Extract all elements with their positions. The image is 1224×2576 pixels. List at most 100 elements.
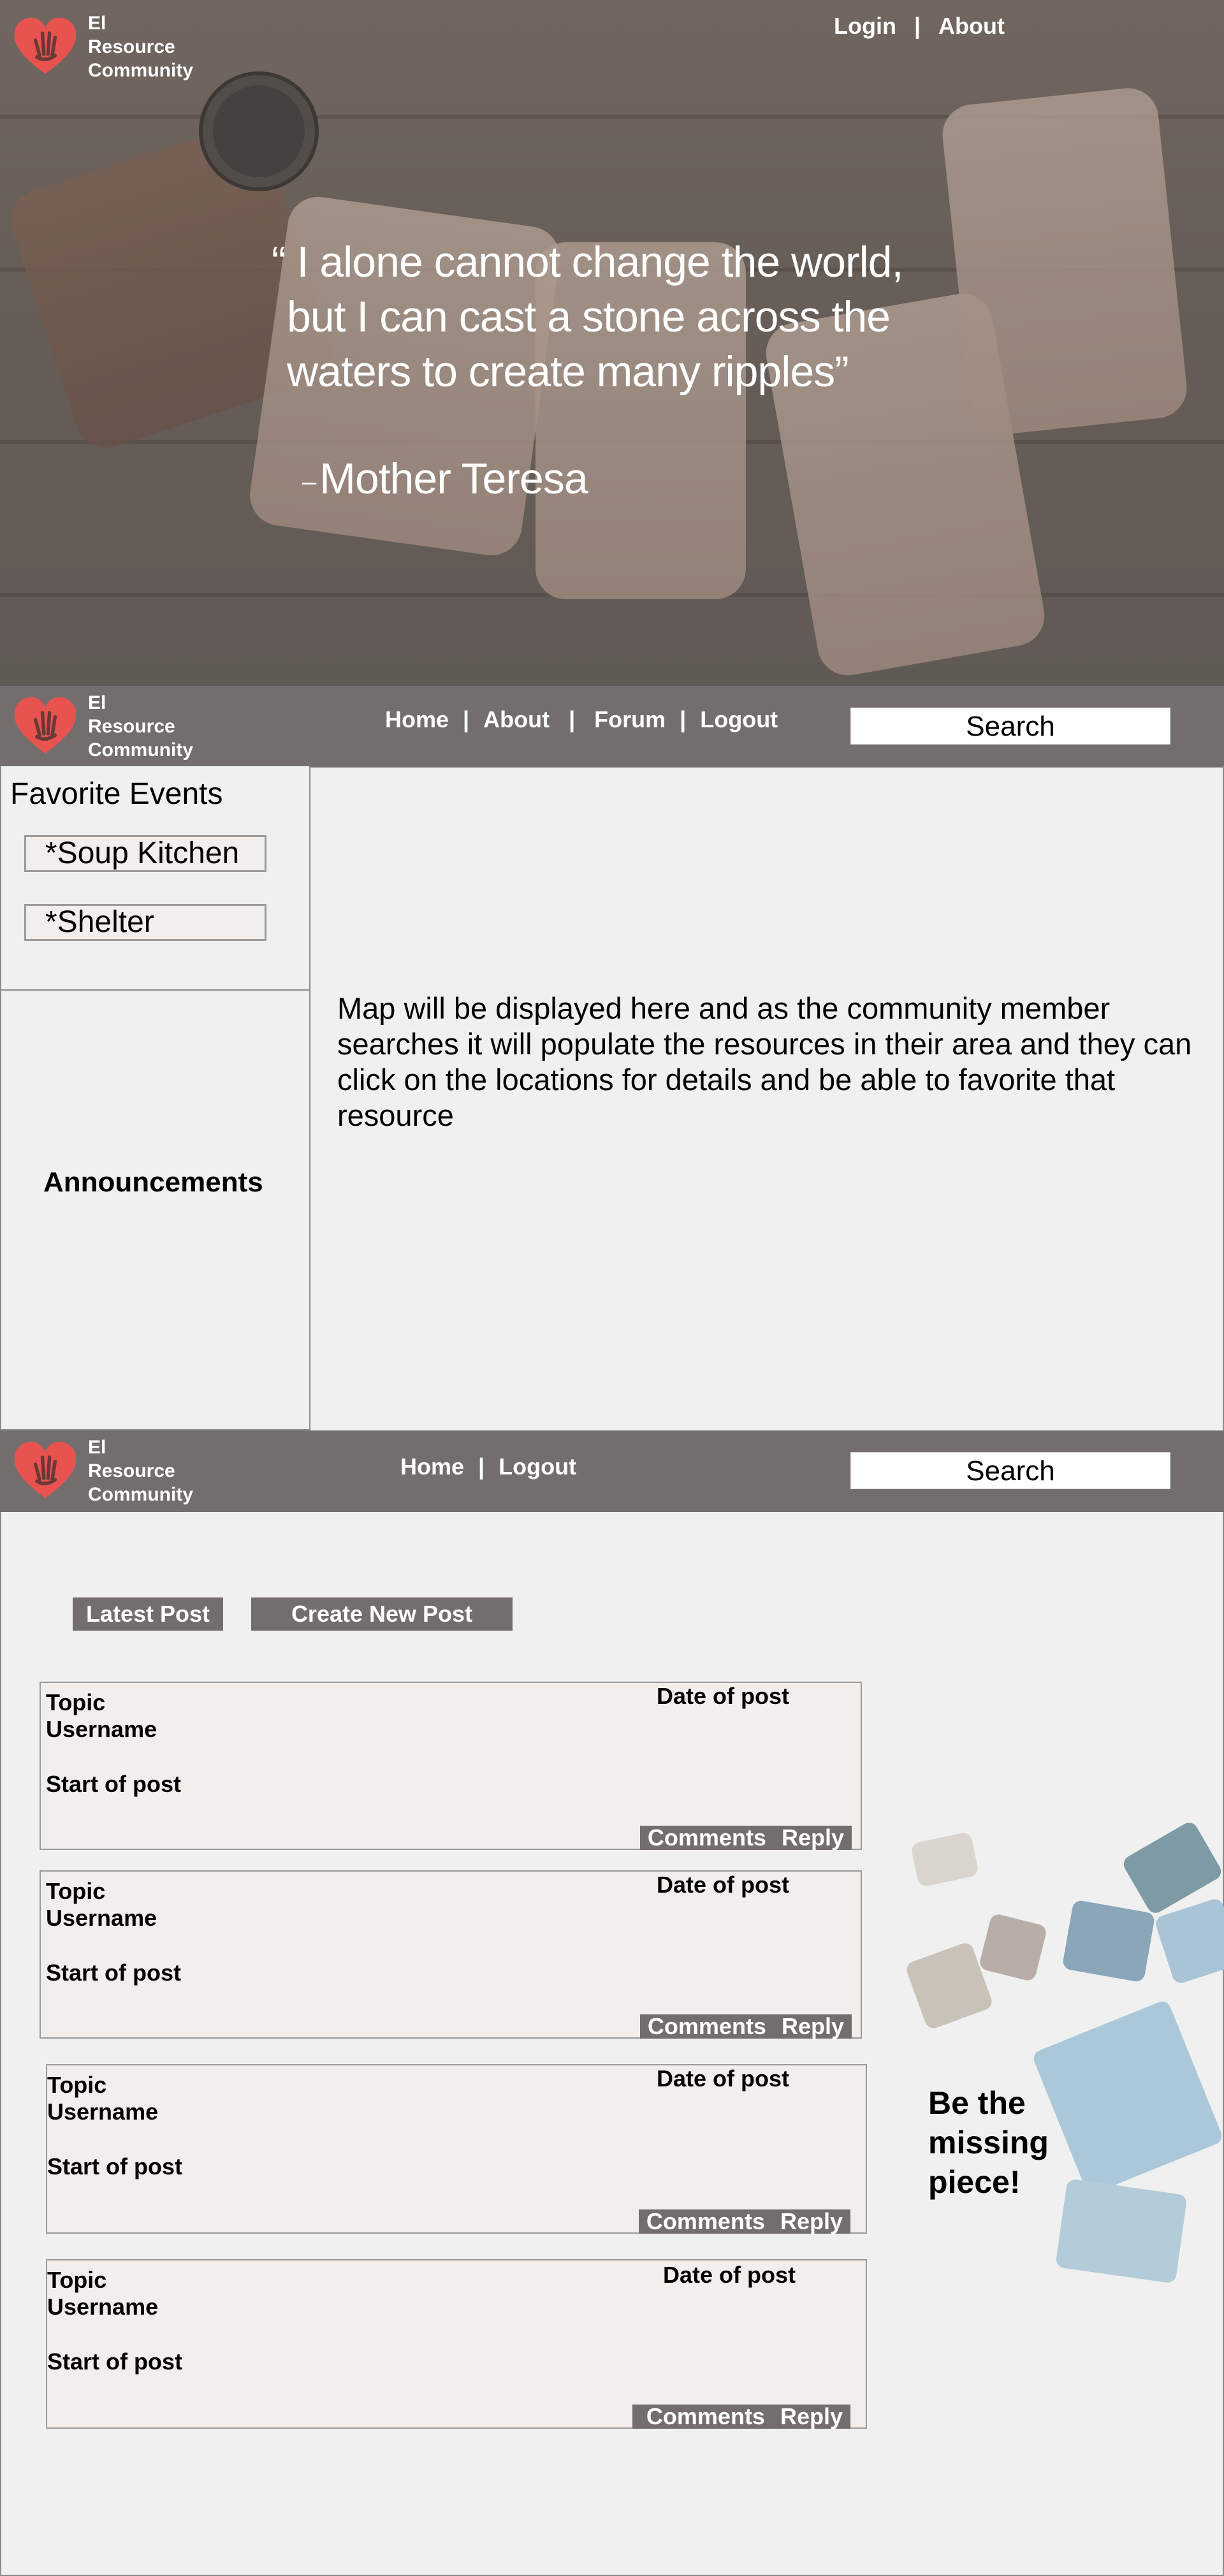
post-username: Username bbox=[47, 2294, 159, 2320]
puzzle-piece bbox=[904, 1940, 994, 2031]
author-name: Mother Teresa bbox=[319, 455, 588, 503]
brand-logo[interactable]: El Resource Community bbox=[10, 11, 193, 82]
puzzle-pieces-image bbox=[904, 1819, 1224, 2289]
hero-nav: Login | About bbox=[834, 13, 1005, 40]
announcements-heading[interactable]: Announcements bbox=[43, 1167, 263, 1198]
forum-post[interactable]: Topic Username Start of post Date of pos… bbox=[46, 2259, 867, 2429]
heart-hand-icon bbox=[14, 697, 76, 753]
favorite-event-item[interactable]: *Shelter bbox=[24, 904, 266, 941]
author-dash: – bbox=[302, 468, 316, 497]
post-username: Username bbox=[46, 1716, 157, 1742]
post-excerpt: Start of post bbox=[46, 1771, 181, 1797]
forum-header: El Resource Community Home | Logout Sear… bbox=[0, 1430, 1224, 1512]
post-username: Username bbox=[46, 1905, 157, 1931]
hero-section: El Resource Community Login | About “ I … bbox=[0, 0, 1224, 686]
dashboard-header: El Resource Community Home | About | For… bbox=[0, 686, 1224, 768]
brand-line: Resource bbox=[88, 716, 175, 737]
post-date: Date of post bbox=[657, 1683, 790, 1709]
post-topic: Topic bbox=[46, 1878, 106, 1904]
heart-hand-icon bbox=[14, 1441, 76, 1498]
nav-separator: | bbox=[680, 706, 687, 732]
search-input[interactable]: Search bbox=[850, 1452, 1170, 1489]
nav-home[interactable]: Home bbox=[400, 1453, 464, 1480]
tagline: Be the missing piece! bbox=[928, 2083, 1049, 2202]
tagline-line: missing bbox=[928, 2125, 1049, 2160]
puzzle-piece bbox=[910, 1831, 980, 1888]
comments-button[interactable]: Comments bbox=[640, 1826, 774, 1850]
favorite-events-title: Favorite Events bbox=[10, 777, 223, 811]
quote-line: “ I alone cannot change the world, bbox=[272, 238, 903, 286]
puzzle-piece bbox=[1153, 1896, 1224, 1986]
post-excerpt: Start of post bbox=[46, 1960, 181, 1986]
post-actions: Comments Reply bbox=[638, 2209, 850, 2234]
nav-separator: | bbox=[569, 706, 576, 732]
brand-line: Community bbox=[88, 1484, 193, 1505]
brand-name: El Resource Community bbox=[88, 1436, 193, 1506]
brand-name: El Resource Community bbox=[88, 11, 193, 82]
forum-post[interactable]: Topic Username Start of post Date of pos… bbox=[46, 2064, 867, 2234]
map-area[interactable]: Map will be displayed here and as the co… bbox=[310, 766, 1224, 1430]
post-excerpt: Start of post bbox=[47, 2153, 182, 2179]
brand-line: El bbox=[88, 13, 106, 34]
post-date: Date of post bbox=[663, 2262, 796, 2288]
quote-author: –Mother Teresa bbox=[302, 451, 588, 509]
comments-button[interactable]: Comments bbox=[632, 2405, 773, 2429]
puzzle-piece bbox=[978, 1912, 1048, 1983]
tagline-line: Be the bbox=[928, 2085, 1026, 2121]
brand-logo[interactable]: El Resource Community bbox=[10, 1436, 193, 1506]
puzzle-piece bbox=[1061, 1899, 1156, 1983]
latest-post-button[interactable]: Latest Post bbox=[73, 1597, 223, 1631]
map-placeholder-text: Map will be displayed here and as the co… bbox=[337, 991, 1192, 1132]
create-post-button[interactable]: Create New Post bbox=[251, 1597, 513, 1631]
quote-line: but I can cast a stone across the bbox=[287, 293, 891, 341]
brand-line: Community bbox=[88, 60, 193, 81]
post-actions: Comments Reply bbox=[639, 1826, 852, 1850]
search-input[interactable]: Search bbox=[850, 708, 1170, 745]
login-link[interactable]: Login bbox=[834, 13, 896, 40]
brand-line: El bbox=[88, 692, 106, 713]
forum-nav: Home | Logout bbox=[400, 1453, 576, 1480]
brand-line: Resource bbox=[88, 1460, 175, 1481]
tagline-line: piece! bbox=[928, 2164, 1021, 2200]
heart-hand-icon bbox=[14, 17, 76, 74]
forum-post[interactable]: Topic Username Start of post Date of pos… bbox=[40, 1870, 862, 2039]
puzzle-piece bbox=[1031, 1998, 1224, 2196]
dashboard-nav: Home | About | Forum | Logout bbox=[385, 706, 778, 733]
puzzle-piece bbox=[1055, 2178, 1188, 2284]
reply-button[interactable]: Reply bbox=[774, 2014, 852, 2039]
quote-line: waters to create many ripples” bbox=[287, 347, 849, 396]
nav-separator: | bbox=[463, 706, 470, 732]
brand-line: El bbox=[88, 1437, 106, 1458]
comments-button[interactable]: Comments bbox=[640, 2014, 774, 2039]
reply-button[interactable]: Reply bbox=[773, 2405, 850, 2429]
favorite-event-item[interactable]: *Soup Kitchen bbox=[24, 835, 266, 872]
post-username: Username bbox=[47, 2099, 159, 2125]
post-excerpt: Start of post bbox=[47, 2348, 182, 2375]
post-actions: Comments Reply bbox=[632, 2405, 850, 2429]
post-topic: Topic bbox=[47, 2267, 107, 2293]
forum-post[interactable]: Topic Username Start of post Date of pos… bbox=[40, 1682, 862, 1850]
dashboard-sidebar: Favorite Events *Soup Kitchen *Shelter A… bbox=[0, 766, 310, 1430]
nav-forum[interactable]: Forum bbox=[594, 706, 666, 733]
nav-separator: | bbox=[914, 13, 921, 39]
sidebar-divider bbox=[1, 989, 310, 991]
brand-name: El Resource Community bbox=[88, 691, 193, 762]
post-topic: Topic bbox=[46, 1689, 106, 1715]
nav-about[interactable]: About bbox=[483, 706, 550, 733]
brand-logo[interactable]: El Resource Community bbox=[10, 691, 193, 762]
about-link[interactable]: About bbox=[938, 13, 1005, 40]
brand-line: Resource bbox=[88, 36, 175, 57]
post-date: Date of post bbox=[657, 2065, 790, 2092]
nav-separator: | bbox=[478, 1453, 485, 1480]
brand-line: Community bbox=[88, 739, 193, 760]
post-actions: Comments Reply bbox=[639, 2014, 852, 2039]
nav-logout[interactable]: Logout bbox=[499, 1453, 576, 1480]
reply-button[interactable]: Reply bbox=[773, 2209, 850, 2234]
post-date: Date of post bbox=[657, 1872, 790, 1898]
reply-button[interactable]: Reply bbox=[774, 1826, 852, 1850]
nav-logout[interactable]: Logout bbox=[700, 706, 778, 733]
post-topic: Topic bbox=[47, 2072, 107, 2098]
nav-home[interactable]: Home bbox=[385, 706, 449, 733]
comments-button[interactable]: Comments bbox=[639, 2209, 773, 2234]
hero-quote: “ I alone cannot change the world, but I… bbox=[272, 235, 973, 503]
